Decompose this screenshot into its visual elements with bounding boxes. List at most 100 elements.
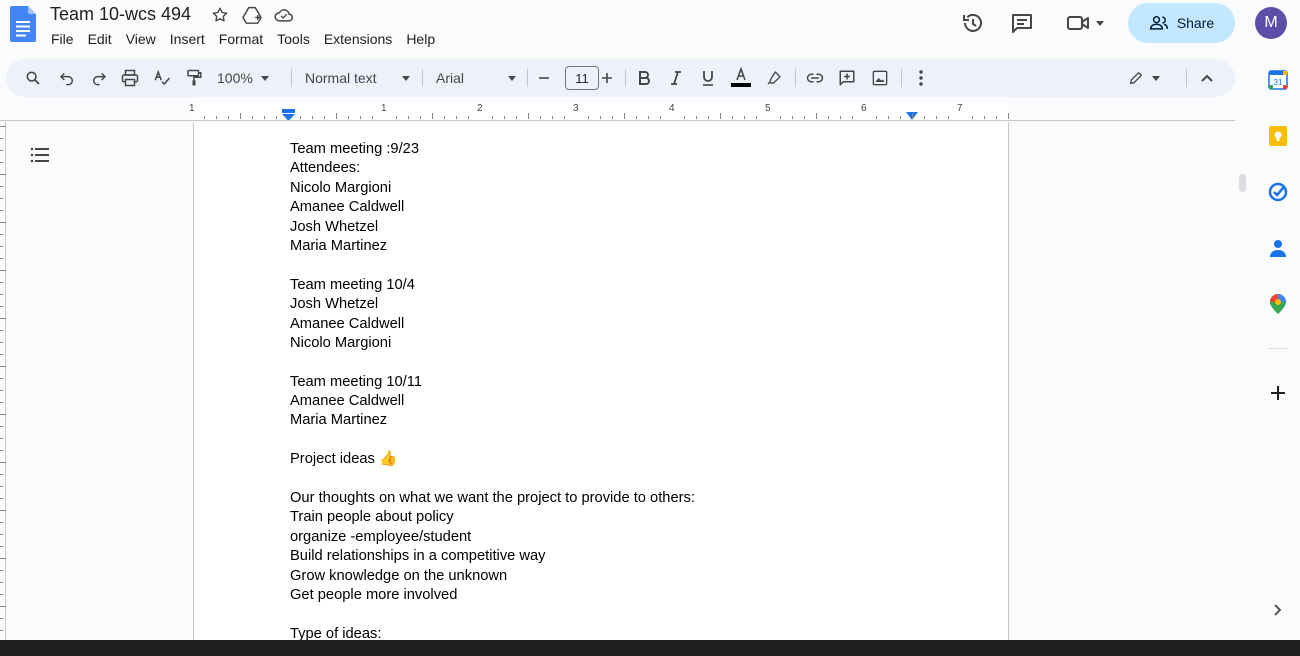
share-button[interactable]: Share — [1128, 3, 1235, 43]
ruler-tick — [756, 116, 757, 119]
undo-icon[interactable] — [56, 66, 78, 90]
cloud-saved-icon[interactable] — [273, 4, 295, 26]
decrease-font-size-icon[interactable] — [536, 66, 552, 90]
spellcheck-icon[interactable] — [151, 66, 173, 90]
font-value: Arial — [436, 70, 465, 86]
ruler-tick — [624, 113, 625, 119]
increase-font-size-icon[interactable] — [599, 66, 615, 90]
document-line: Josh Whetzel — [290, 296, 379, 313]
ruler-label: 2 — [477, 103, 483, 114]
ruler-tick — [696, 116, 697, 119]
ruler-tick — [264, 116, 265, 119]
hide-menus-icon[interactable] — [1196, 66, 1218, 90]
ruler-tick — [240, 113, 241, 119]
text-color-icon[interactable] — [729, 66, 753, 90]
menu-help[interactable]: Help — [399, 30, 442, 48]
paragraph-style-select[interactable]: Normal text — [305, 66, 410, 90]
comments-icon[interactable] — [1008, 9, 1036, 37]
ruler-tick — [0, 426, 3, 427]
contacts-icon[interactable] — [1268, 238, 1288, 258]
add-comment-icon[interactable] — [836, 66, 858, 90]
meet-button[interactable] — [1062, 9, 1108, 37]
ruler-tick — [720, 113, 721, 119]
menu-bar: File Edit View Insert Format Tools Exten… — [44, 30, 442, 48]
menu-tools[interactable]: Tools — [270, 30, 317, 48]
ruler-tick — [0, 282, 3, 283]
document-line: Team meeting 10/11 — [290, 373, 422, 390]
ruler-tick — [0, 570, 3, 571]
pencil-icon — [1130, 72, 1142, 84]
calendar-icon[interactable]: 31 — [1268, 70, 1288, 90]
document-line: Attendees: — [290, 160, 361, 177]
insert-link-icon[interactable] — [804, 66, 826, 90]
ruler-tick — [324, 116, 325, 119]
font-select[interactable]: Arial — [436, 66, 516, 90]
menu-file[interactable]: File — [44, 30, 81, 48]
menu-edit[interactable]: Edit — [81, 30, 119, 48]
star-icon[interactable] — [209, 4, 231, 26]
ruler-tick — [0, 270, 6, 271]
italic-icon[interactable] — [665, 66, 687, 90]
bold-icon[interactable] — [633, 66, 655, 90]
search-icon[interactable] — [22, 66, 44, 90]
ruler-tick — [0, 366, 6, 367]
more-options-icon[interactable] — [910, 66, 932, 90]
ruler-tick — [780, 116, 781, 119]
document-line: Project ideas 👍 — [290, 451, 398, 468]
move-to-drive-icon[interactable] — [241, 4, 263, 26]
ruler-tick — [912, 113, 913, 119]
print-icon[interactable] — [119, 66, 141, 90]
highlight-color-icon[interactable] — [763, 66, 785, 90]
ruler-tick — [732, 116, 733, 119]
menu-extensions[interactable]: Extensions — [317, 30, 399, 48]
toolbar-divider — [1186, 69, 1187, 87]
vertical-scrollbar[interactable] — [1239, 174, 1246, 192]
ruler-tick — [336, 113, 337, 119]
ruler-tick — [492, 116, 493, 119]
version-history-icon[interactable] — [959, 9, 987, 37]
document-line: Nicolo Margioni — [290, 179, 392, 196]
zoom-select[interactable]: 100% — [217, 66, 279, 90]
ruler-tick — [372, 116, 373, 119]
document-title[interactable]: Team 10-wcs 494 — [50, 4, 191, 25]
maps-icon[interactable] — [1268, 294, 1288, 314]
horizontal-ruler[interactable]: 1 1 2 3 4 5 6 7 — [0, 103, 1235, 121]
document-line: Train people about policy — [290, 509, 454, 526]
insert-image-icon[interactable] — [869, 66, 891, 90]
ruler-tick — [816, 113, 817, 119]
document-body[interactable]: Team meeting :9/23 Attendees: Nicolo Margi… — [290, 140, 695, 644]
menu-insert[interactable]: Insert — [163, 30, 212, 48]
ruler-tick — [0, 534, 3, 535]
ruler-label: 5 — [765, 103, 771, 114]
ruler-tick — [0, 174, 6, 175]
ruler-tick — [300, 116, 301, 119]
ruler-tick — [420, 116, 421, 119]
ruler-divider — [0, 120, 1235, 121]
toolbar-divider — [901, 69, 902, 87]
editing-mode-select[interactable] — [1123, 66, 1165, 90]
ruler-tick — [0, 450, 3, 451]
avatar[interactable]: M — [1255, 7, 1287, 39]
ruler-tick — [792, 116, 793, 119]
menu-view[interactable]: View — [119, 30, 163, 48]
google-docs-logo-icon[interactable] — [10, 6, 36, 42]
redo-icon[interactable] — [88, 66, 110, 90]
keep-icon[interactable] — [1268, 126, 1288, 146]
tasks-icon[interactable] — [1268, 182, 1288, 202]
document-page[interactable]: Team meeting :9/23 Attendees: Nicolo Margi… — [193, 122, 1009, 642]
people-icon — [1149, 16, 1168, 30]
underline-icon[interactable] — [697, 66, 719, 90]
chevron-right-icon[interactable] — [1268, 600, 1288, 620]
ruler-tick — [0, 582, 3, 583]
document-outline-icon[interactable] — [30, 145, 50, 165]
paint-format-icon[interactable] — [183, 66, 205, 90]
document-line: Our thoughts on what we want the project… — [290, 490, 695, 507]
ruler-tick — [0, 414, 6, 415]
add-addon-icon[interactable] — [1268, 383, 1288, 403]
menu-format[interactable]: Format — [212, 30, 270, 48]
ruler-tick — [396, 116, 397, 119]
ruler-tick — [708, 116, 709, 119]
font-size-input[interactable]: 11 — [565, 66, 599, 90]
ruler-tick — [432, 113, 433, 119]
